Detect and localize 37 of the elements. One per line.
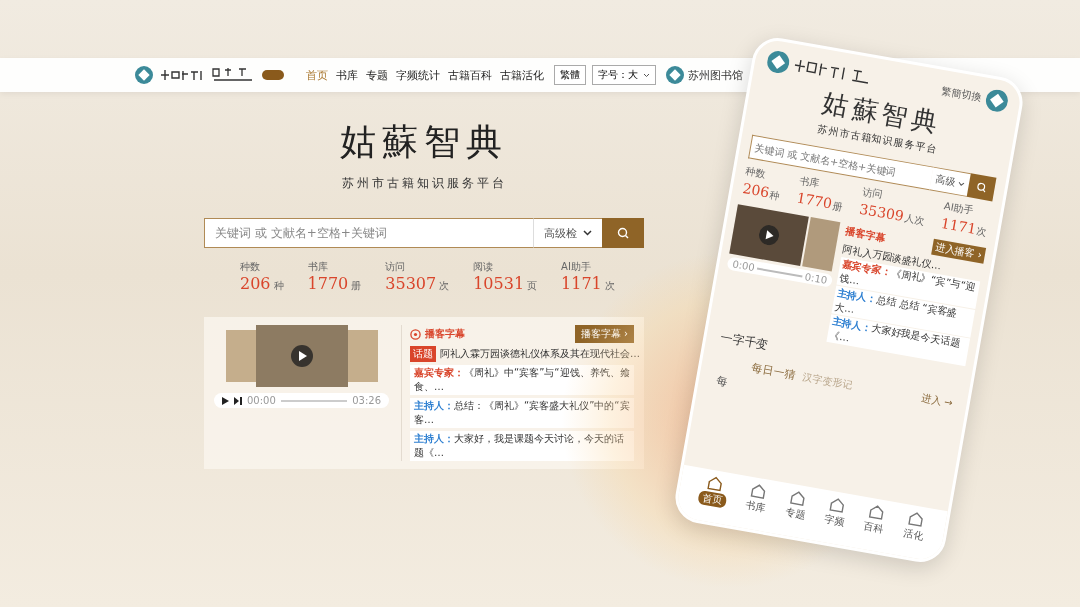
stat-unit: 人次 (903, 212, 925, 227)
stat-label: 书库 (798, 173, 821, 191)
site-subtitle: 苏州市古籍知识服务平台 (341, 175, 507, 192)
stat-label: 种数 (240, 260, 260, 274)
current-time: 00:00 (247, 395, 276, 406)
daily-subtitle: 汉字变形记 (801, 370, 854, 393)
library-name: 苏州图书馆 (688, 67, 743, 83)
stat-unit: 次 (604, 280, 615, 291)
section-title: 一字千变 (719, 329, 770, 355)
stat-value: 35307 (385, 274, 437, 293)
stat-value: 10531 (473, 274, 525, 293)
stat-value: 206 (240, 274, 271, 293)
podcast-title: 播客字幕 (844, 224, 887, 244)
duration: 0:10 (804, 271, 829, 286)
stat-label: AI助手 (942, 199, 975, 218)
podcast-title: 播客字幕 (425, 327, 465, 341)
stat-label: AI助手 (561, 260, 591, 274)
daily-title: 每日一猜 (750, 360, 797, 383)
stat-value: 1171 (561, 274, 602, 293)
topic-tag: 话题 (410, 346, 436, 362)
stat-unit: 页 (527, 280, 538, 291)
topic-title: 阿礼入霖万园谈德礼仪体系及其在现代社会… (440, 347, 640, 361)
stat-unit: 种 (768, 188, 781, 202)
stat-unit: 册 (831, 199, 844, 213)
cut-off-character: 每 (715, 373, 730, 391)
site-title: 姑蘇智典 (340, 120, 508, 164)
stat-label: 访问 (385, 260, 406, 274)
stat-unit: 种 (273, 280, 284, 291)
stat-unit: 册 (351, 280, 362, 291)
stat-unit: 次 (976, 225, 988, 238)
stat-unit: 次 (439, 280, 450, 291)
stat-label: 阅读 (473, 260, 494, 274)
stat-value: 1770 (307, 274, 349, 293)
stat-label: 书库 (307, 260, 328, 274)
duration: 03:26 (352, 395, 381, 406)
current-time: 0:00 (731, 258, 756, 274)
stat-value: 35309 (858, 200, 905, 225)
